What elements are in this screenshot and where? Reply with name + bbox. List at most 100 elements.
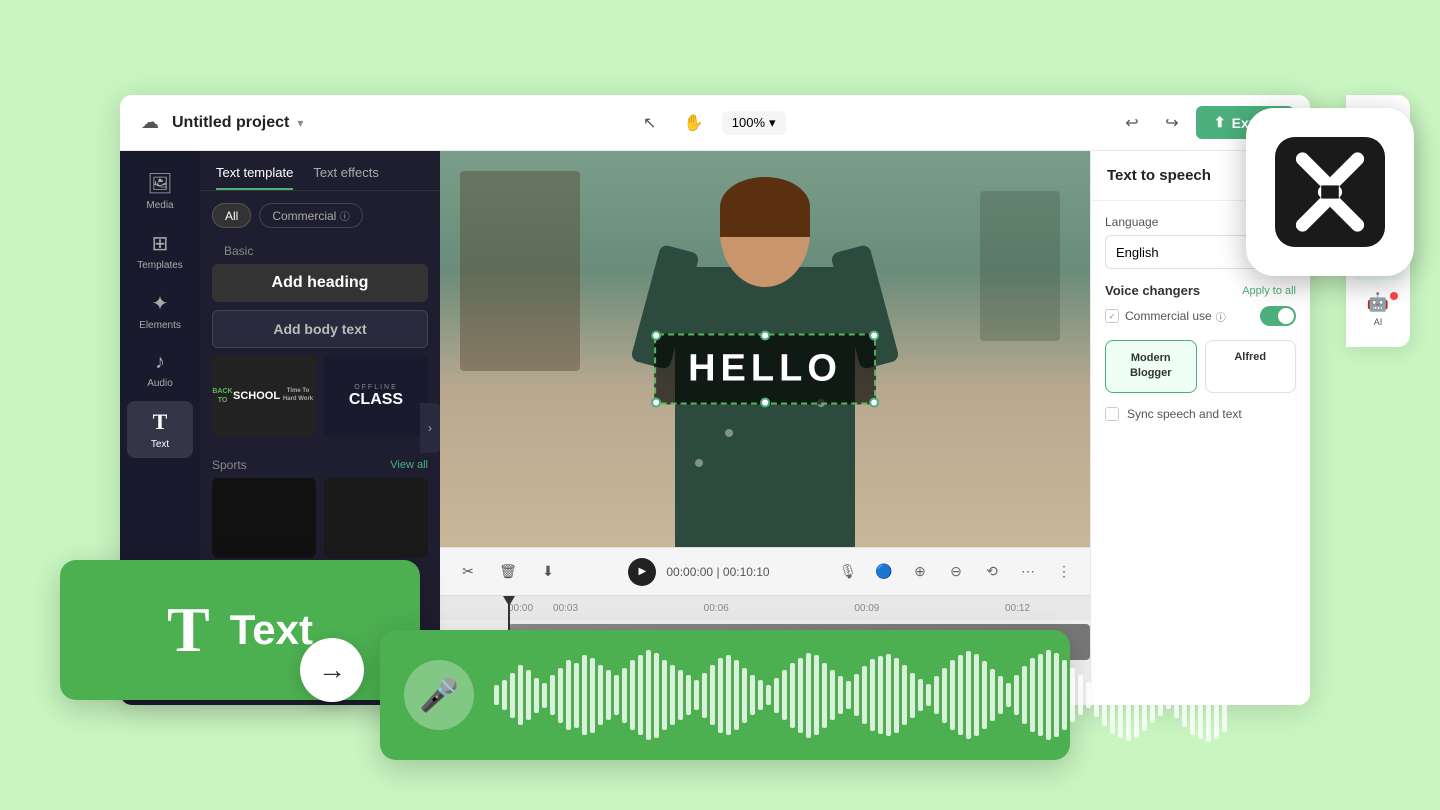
wave-bar [1086,682,1091,708]
handle-bm[interactable] [760,397,770,407]
wave-bar [518,665,523,725]
preview-area: HELLO ✂ 🗑 [440,151,1090,705]
zoom-value: 100% [732,115,765,130]
cursor-tool-button[interactable]: ↖ [634,107,666,139]
handle-tr[interactable] [869,330,879,340]
sidebar-item-templates[interactable]: ⊞ Templates [127,223,193,279]
wave-bar [1094,673,1099,717]
wave-bar [862,666,867,724]
add-heading-button[interactable]: Add heading [212,264,428,302]
video-background: HELLO [440,151,1090,547]
hand-tool-button[interactable]: ✋ [678,107,710,139]
wave-bar [774,678,779,713]
sidebar-item-text[interactable]: T Text [127,401,193,458]
template-card-back-to-school[interactable]: BACK TO SCHOOL Time To Hard Work [212,356,316,436]
wave-bar [526,670,531,720]
filter-commercial-button[interactable]: Commercial ⓘ [259,203,362,228]
undo-button[interactable]: ↩ [1116,107,1148,139]
wave-bar [1030,658,1035,732]
wave-bar [1142,659,1147,731]
ai-icon: 🤖 [1367,292,1389,313]
sports-template-2[interactable] [324,478,428,558]
timeline-delete-button[interactable]: 🗑 [492,556,524,588]
wave-bar [582,655,587,735]
view-all-link[interactable]: View all [390,459,428,471]
wave-bar [998,676,1003,714]
sports-section-header: Sports View all [212,448,428,478]
wave-bar [886,654,891,736]
language-value: English [1116,245,1159,260]
sidebar-item-audio[interactable]: ♪ Audio [127,343,193,397]
panel-expand-button[interactable]: › [420,403,440,453]
wave-bar [702,673,707,718]
commercial-checkbox[interactable]: ✓ [1105,309,1119,323]
rewind-tool-button[interactable]: ⟲ [978,558,1006,586]
tts-body: Language English ▾ Voice changers Apply … [1091,201,1310,705]
wave-bar [958,655,963,735]
wave-bar [1134,652,1139,738]
ruler-marks: 00:03 00:06 00:09 00:12 [553,603,1030,614]
tab-text-effects[interactable]: Text effects [313,165,379,190]
elements-icon: ✦ [152,291,169,316]
wave-bar [878,656,883,734]
play-button[interactable]: ▶ [628,558,656,586]
templates-icon: ⊞ [152,231,169,256]
handle-tl[interactable] [651,330,661,340]
section-sports-title: Sports [212,458,247,472]
wave-bar [782,670,787,720]
dots-tool-button[interactable]: ⋮ [1050,558,1078,586]
floating-text-icon: T [167,598,210,662]
floating-wave-card: 🎤 [380,630,1070,760]
voice2-label: Alfred [1214,351,1288,363]
tab-text-template[interactable]: Text template [216,165,293,190]
timeline-bar: ✂ 🗑 ⬇ ▶ 00:00:00 | 00:10:10 🎙 🔵 ⊕ [440,547,1090,595]
wave-bar [822,663,827,728]
wave-bar [798,658,803,733]
voice-card-alfred[interactable]: Alfred [1205,340,1297,393]
ai-label: AI [1374,317,1383,327]
sidebar-item-elements[interactable]: ✦ Elements [127,283,193,339]
strip-item-ai[interactable]: 🤖 AI [1352,284,1404,335]
wave-bar [590,658,595,733]
wave-bar [1150,667,1155,723]
section-basic-title: Basic [212,236,428,264]
timeline-download-button[interactable]: ⬇ [532,556,564,588]
more-tool-button[interactable]: ⋯ [1014,558,1042,586]
wave-bar [854,674,859,716]
sidebar-item-media[interactable]: 🖼 Media [127,163,193,219]
wave-bar [502,680,507,710]
sports-template-1[interactable] [212,478,316,558]
add-body-button[interactable]: Add body text [212,310,428,348]
cloud-icon[interactable]: ☁ [136,109,164,137]
commercial-toggle[interactable] [1260,306,1296,326]
zoom-control[interactable]: 100% ▾ [722,111,786,135]
handle-bl[interactable] [651,397,661,407]
wave-bar [598,665,603,725]
wave-bar [662,660,667,730]
timeline-cut-button[interactable]: ✂ [452,556,484,588]
split-tool-button[interactable]: ⊕ [906,558,934,586]
minus-tool-button[interactable]: ⊖ [942,558,970,586]
handle-tm[interactable] [760,330,770,340]
handle-br[interactable] [869,397,879,407]
wave-bar [1190,655,1195,735]
arrow-circle-button[interactable]: → [300,638,364,702]
voice-card-modern-blogger[interactable]: ModernBlogger [1105,340,1197,393]
wave-bar [1070,668,1075,722]
wave-bar [678,670,683,720]
sticker-tool-button[interactable]: 🔵 [870,558,898,586]
wave-bar [710,665,715,725]
redo-button[interactable]: ↪ [1156,107,1188,139]
hello-text-overlay[interactable]: HELLO [654,333,876,404]
filter-all-button[interactable]: All [212,203,251,228]
timeline-controls: ✂ 🗑 ⬇ [452,556,564,588]
sync-checkbox[interactable] [1105,407,1119,421]
text-icon: T [153,409,168,435]
voice-changers-row: Voice changers Apply to all [1105,283,1296,298]
mic-tool-button[interactable]: 🎙 [834,558,862,586]
apply-all-link[interactable]: Apply to all [1242,285,1296,297]
ruler-mark-4: 00:12 [1005,603,1030,614]
template-card-class[interactable]: OFFLINE CLASS [324,356,428,436]
wave-bar [566,660,571,730]
wave-bar [1078,675,1083,715]
